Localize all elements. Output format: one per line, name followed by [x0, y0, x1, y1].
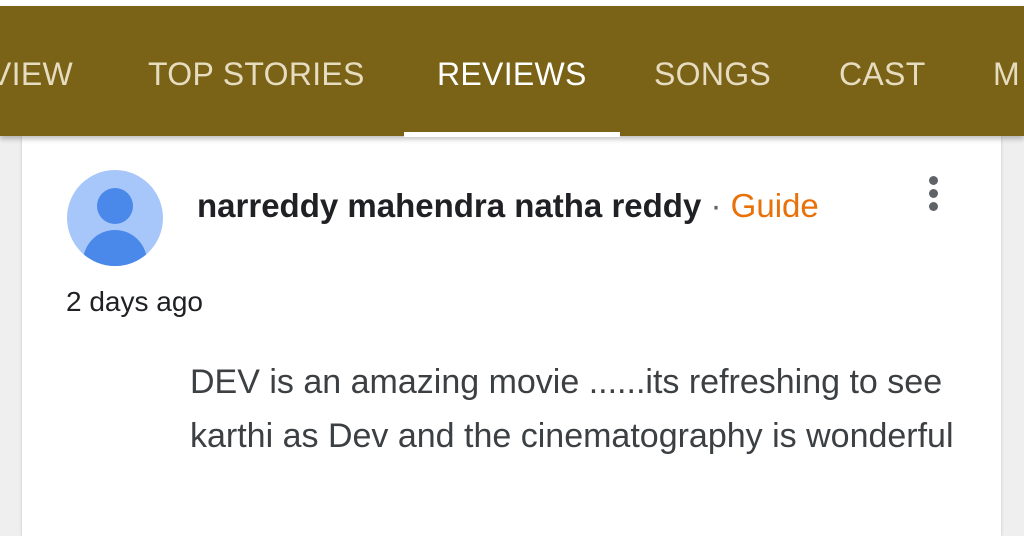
review-text: DEV is an amazing movie ......its refres… — [190, 363, 954, 455]
menu-dot — [929, 202, 938, 211]
review-timestamp: 2 days ago — [66, 286, 203, 317]
tab-bar: VIEW TOP STORIES REVIEWS SONGS CAST M — [0, 6, 1024, 137]
review-author-line: narreddy mahendra natha reddy · Guide — [197, 180, 837, 231]
tab-reviews[interactable]: REVIEWS — [437, 56, 587, 93]
tab-songs[interactable]: SONGS — [654, 56, 771, 93]
local-guide-badge: Guide — [730, 187, 819, 224]
tab-overview[interactable]: VIEW — [0, 56, 73, 93]
author-name[interactable]: narreddy mahendra natha reddy — [197, 187, 701, 224]
avatar-body — [83, 230, 147, 266]
tab-top-stories[interactable]: TOP STORIES — [148, 56, 365, 93]
menu-dot — [929, 176, 938, 185]
separator-dot: · — [710, 187, 731, 224]
menu-dot — [929, 189, 938, 198]
active-tab-indicator — [404, 132, 620, 137]
user-avatar-icon[interactable] — [67, 170, 163, 266]
tab-cast[interactable]: CAST — [839, 56, 926, 93]
tab-more[interactable]: M — [993, 56, 1020, 93]
avatar-head — [97, 188, 133, 224]
more-vert-icon[interactable] — [922, 172, 946, 216]
